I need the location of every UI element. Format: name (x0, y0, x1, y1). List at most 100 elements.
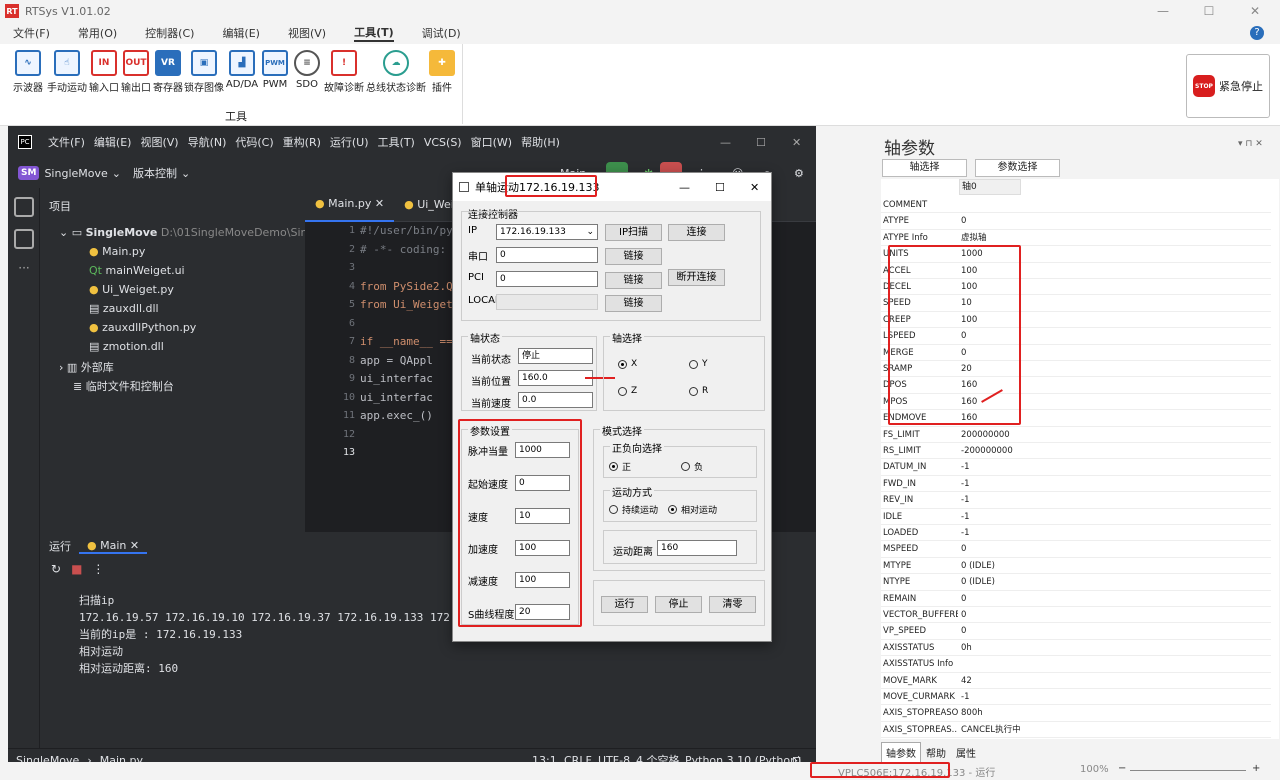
ide-menu-vcs[interactable]: VCS(S) (424, 136, 462, 149)
param-row[interactable]: RS_LIMIT -200000000 (881, 443, 1271, 460)
stop-button[interactable]: 停止 (655, 596, 702, 613)
close-button[interactable]: ✕ (1232, 0, 1278, 22)
tab-main[interactable]: ● Main.py ✕ (305, 188, 395, 222)
tab-axis-params[interactable]: 轴参数 (881, 742, 921, 763)
tree-file[interactable]: ● Main.py (89, 245, 145, 258)
tab-help[interactable]: 帮助 (921, 742, 951, 763)
output-button[interactable]: OUT 输出口 (118, 50, 154, 94)
ide-minimize-button[interactable]: — (720, 136, 731, 149)
tree-file[interactable]: ▤ zmotion.dll (89, 340, 164, 353)
ide-menu-navigate[interactable]: 导航(N) (188, 134, 227, 150)
param-row[interactable]: NTYPE 0 (IDLE) (881, 574, 1271, 591)
ide-menu-edit[interactable]: 编辑(E) (94, 134, 132, 150)
stop-icon[interactable]: ■ (71, 562, 82, 576)
ide-menu-refactor[interactable]: 重构(R) (283, 134, 321, 150)
distance-input[interactable]: 160 (657, 540, 737, 556)
param-row[interactable]: VECTOR_BUFFERED0 (881, 607, 1271, 624)
ide-menu-file[interactable]: 文件(F) (48, 134, 85, 150)
plugin-button[interactable]: ✚ 插件 (424, 50, 460, 94)
menu-file[interactable]: 文件(F) (13, 25, 50, 41)
dialog-minimize-button[interactable]: — (679, 181, 690, 194)
tree-scratch[interactable]: ≣ 临时文件和控制台 (73, 378, 174, 394)
param-row[interactable]: MSPEED 0 (881, 541, 1271, 558)
tree-file[interactable]: ● Ui_Weiget.py (89, 283, 174, 296)
sdo-button[interactable]: ≡ SDO (289, 50, 325, 90)
dialog-close-button[interactable]: ✕ (750, 181, 759, 194)
ide-menu-run[interactable]: 运行(U) (330, 134, 369, 150)
param-row[interactable]: COMMENT (881, 197, 1271, 214)
vcs-selector[interactable]: 版本控制 (133, 165, 177, 181)
param-row[interactable]: AXISSTATUS 0h (881, 640, 1271, 657)
menu-debug[interactable]: 调试(D) (422, 25, 461, 41)
tree-file[interactable]: ● zauxdllPython.py (89, 321, 196, 334)
ide-close-button[interactable]: ✕ (792, 136, 801, 149)
axis-x-radio[interactable]: X (618, 359, 637, 369)
oscilloscope-button[interactable]: ∿ 示波器 (10, 50, 46, 94)
register-button[interactable]: VR 寄存器 (150, 50, 186, 94)
param-select-button[interactable]: 参数选择 (975, 159, 1060, 177)
ide-menu-help[interactable]: 帮助(H) (521, 134, 560, 150)
param-row[interactable]: LOADED -1 (881, 525, 1271, 542)
param-row[interactable]: FS_LIMIT 200000000 (881, 427, 1271, 443)
ip-combobox[interactable]: 172.16.19.133 ⌄ (496, 224, 598, 240)
axis-select-button[interactable]: 轴选择 (882, 159, 967, 177)
com-input[interactable]: 0 (496, 247, 598, 263)
run-button[interactable]: 运行 (601, 596, 648, 613)
param-row[interactable]: FWD_IN -1 (881, 476, 1271, 493)
tree-external[interactable]: › ▥ 外部库 (59, 359, 114, 375)
ide-menu-code[interactable]: 代码(C) (235, 134, 273, 150)
folder-icon[interactable] (14, 197, 34, 217)
input-button[interactable]: IN 输入口 (86, 50, 122, 94)
ip-scan-button[interactable]: IP扫描 (605, 224, 662, 241)
zoom-in-button[interactable]: + (1252, 763, 1260, 774)
help-icon[interactable]: ? (1250, 26, 1264, 40)
zero-button[interactable]: 清零 (709, 596, 756, 613)
menu-tools[interactable]: 工具(T) (354, 24, 394, 42)
bus-diagnosis-button[interactable]: ☁ 总线状态诊断 (366, 50, 426, 94)
pci-input[interactable]: 0 (496, 271, 598, 287)
param-row[interactable]: DATUM_IN -1 (881, 459, 1271, 476)
zoom-slider[interactable] (1130, 770, 1246, 771)
param-row[interactable]: REMAIN 0 (881, 591, 1271, 607)
menu-common[interactable]: 常用(O) (78, 25, 117, 41)
param-row[interactable]: ATYPE Info 虚拟轴 (881, 230, 1271, 247)
local-link-button[interactable]: 链接 (605, 295, 662, 312)
param-row[interactable]: AXIS_STOPREAS... CANCEL执行中 (881, 722, 1271, 739)
project-selector[interactable]: SingleMove (44, 167, 107, 180)
axis-r-radio[interactable]: R (689, 386, 708, 396)
latch-image-button[interactable]: ▣ 锁存图像 (184, 50, 224, 94)
tree-file[interactable]: Qt mainWeiget.ui (89, 264, 185, 277)
param-row[interactable]: VP_SPEED 0 (881, 623, 1271, 640)
fault-diagnosis-button[interactable]: ! 故障诊断 (324, 50, 364, 94)
param-row[interactable]: ATYPE 0 (881, 213, 1271, 230)
param-row[interactable]: IDLE -1 (881, 509, 1271, 525)
adda-button[interactable]: ▟ AD/DA (224, 50, 260, 90)
tab-props[interactable]: 属性 (951, 742, 981, 763)
menu-edit[interactable]: 编辑(E) (222, 25, 260, 41)
negative-radio[interactable]: 负 (681, 460, 703, 473)
param-row[interactable]: MTYPE 0 (IDLE) (881, 558, 1271, 575)
menu-view[interactable]: 视图(V) (288, 25, 326, 41)
minimize-button[interactable]: — (1140, 0, 1186, 22)
param-row[interactable]: MOVE_CURMARK -1 (881, 689, 1271, 706)
panel-controls[interactable]: ▾ ⊓ ✕ (1238, 139, 1263, 149)
run-config-tab[interactable]: ● Main ✕ (79, 539, 148, 554)
console-output[interactable]: 扫描ip 172.16.19.57 172.16.19.10 172.16.19.… (79, 592, 476, 677)
param-row[interactable]: MOVE_MARK 42 (881, 673, 1271, 689)
more-icon[interactable]: ⋮ (92, 562, 104, 576)
emergency-stop-button[interactable]: STOP 紧急停止 (1186, 54, 1270, 118)
structure-icon[interactable] (14, 229, 34, 249)
positive-radio[interactable]: 正 (609, 460, 631, 473)
tree-file[interactable]: ▤ zauxdll.dll (89, 302, 159, 315)
maximize-button[interactable]: ☐ (1186, 0, 1232, 22)
param-row[interactable]: AXISSTATUS Info (881, 656, 1271, 673)
pwm-button[interactable]: PWM PWM (257, 50, 293, 90)
disconnect-button[interactable]: 断开连接 (668, 269, 725, 286)
pci-link-button[interactable]: 链接 (605, 272, 662, 289)
local-input[interactable] (496, 294, 598, 310)
zoom-out-button[interactable]: − (1118, 763, 1126, 774)
gear-icon[interactable]: ⚙ (794, 167, 804, 180)
param-row[interactable]: AXIS_STOPREASON 800h (881, 705, 1271, 722)
ide-maximize-button[interactable]: ☐ (756, 136, 766, 149)
connect-button[interactable]: 连接 (668, 224, 725, 241)
